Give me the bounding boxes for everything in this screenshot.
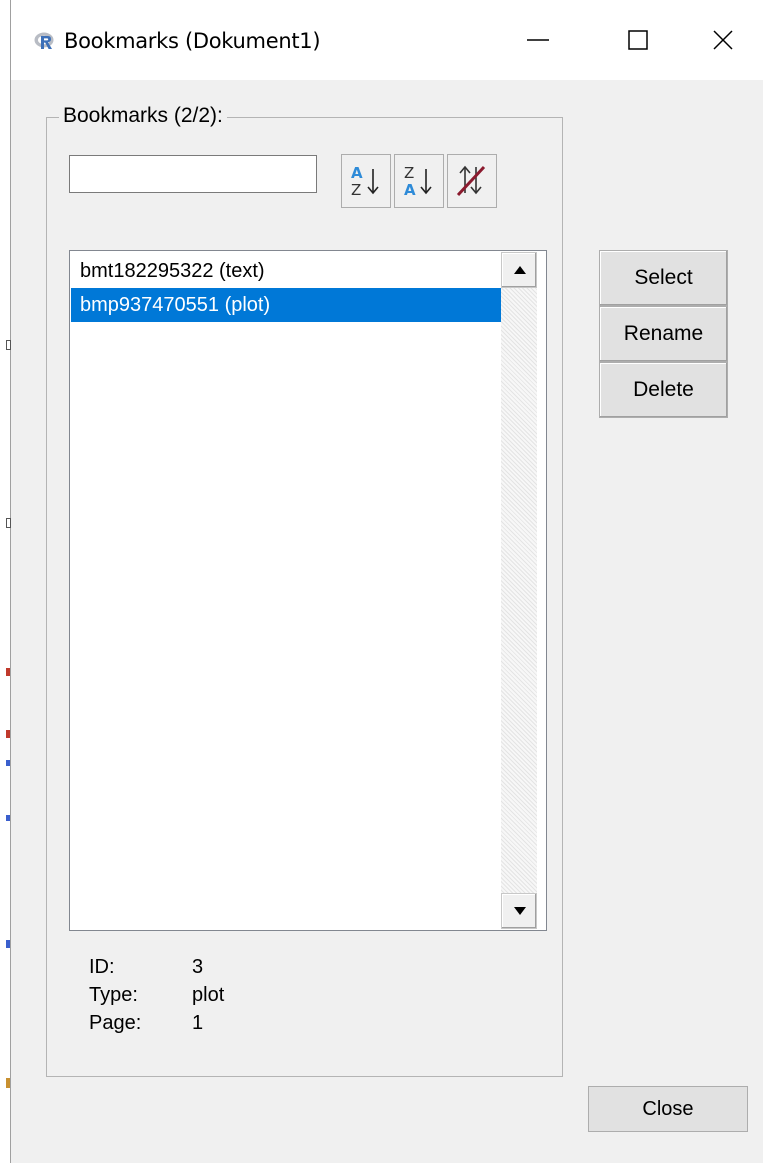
unsort-icon [456,165,486,197]
type-label: Type: [89,984,138,1006]
select-button[interactable]: Select [599,250,728,306]
rename-button[interactable]: Rename [599,306,728,362]
bookmarks-dialog: Bookmarks (Dokument1) Bookmarks (2/2): A… [11,0,763,1163]
maximize-button[interactable] [598,0,678,80]
sort-descending-button[interactable]: Z A [394,154,444,208]
list-item-selected[interactable]: bmp937470551 (plot) [71,288,501,322]
minimize-button[interactable] [498,0,578,80]
bookmark-filter-input[interactable] [69,155,317,193]
bookmarks-listbox[interactable]: bmt182295322 (text) bmp937470551 (plot) [69,250,547,931]
title-bar[interactable]: Bookmarks (Dokument1) [11,0,763,80]
id-value: 3 [192,956,204,978]
edge-mark [6,940,10,948]
minimize-icon [527,39,549,41]
delete-button[interactable]: Delete [599,362,728,418]
vertical-scrollbar[interactable] [501,252,537,929]
r-logo-icon [34,30,56,52]
svg-text:A: A [351,164,363,182]
edge-mark [6,668,10,676]
edge-mark [6,760,10,766]
svg-text:A: A [404,181,416,199]
edge-mark [6,815,10,821]
unsort-button[interactable] [447,154,497,208]
list-item[interactable]: bmt182295322 (text) [71,254,501,288]
close-button[interactable]: Close [588,1086,748,1132]
edge-mark [6,730,10,738]
sort-ascending-az-icon: A Z [351,164,379,199]
page-label: Page: [89,1012,142,1034]
svg-text:Z: Z [351,181,361,199]
scroll-up-button[interactable] [501,252,537,288]
scroll-down-button[interactable] [501,893,537,929]
sort-descending-za-icon: Z A [404,164,432,199]
bookmarks-group-label: Bookmarks (2/2): [59,102,227,130]
background-window-edge [0,0,11,1163]
window-close-button[interactable] [683,0,763,80]
id-label: ID: [89,956,115,978]
maximize-icon [628,30,648,50]
edge-mark [6,1078,10,1088]
type-value: plot [192,984,225,1006]
close-icon [713,30,733,50]
sort-ascending-button[interactable]: A Z [341,154,391,208]
svg-text:Z: Z [404,164,414,182]
page-value: 1 [192,1012,204,1034]
caret-up-icon [514,266,526,274]
caret-down-icon [514,907,526,915]
window-title: Bookmarks (Dokument1) [64,29,321,53]
